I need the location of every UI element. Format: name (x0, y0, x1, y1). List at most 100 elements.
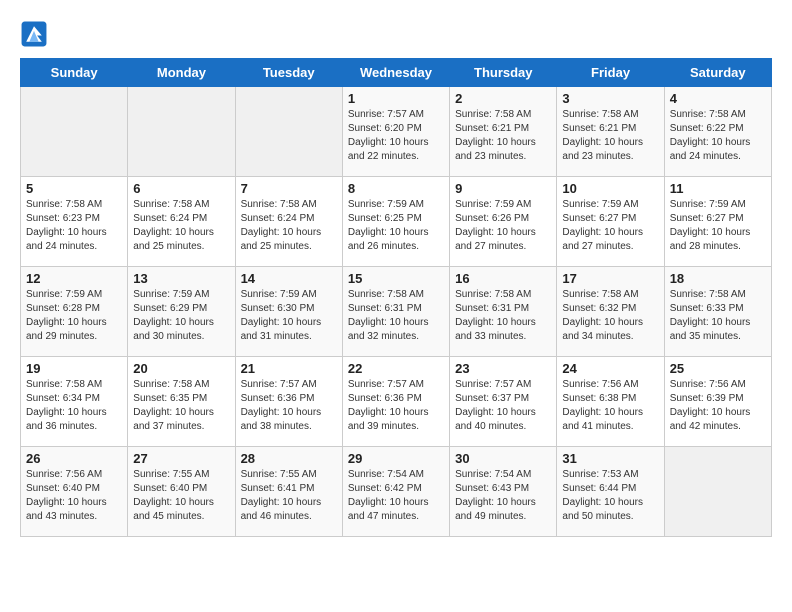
day-info: Sunrise: 7:54 AMSunset: 6:43 PMDaylight:… (455, 468, 551, 524)
day-info: Sunrise: 7:58 AMSunset: 6:24 PMDaylight:… (133, 198, 229, 254)
day-cell: 17 Sunrise: 7:58 AMSunset: 6:32 PMDayligh… (557, 267, 664, 357)
day-info: Sunrise: 7:58 AMSunset: 6:22 PMDaylight:… (670, 108, 766, 164)
day-number: 25 (670, 361, 766, 376)
day-info: Sunrise: 7:59 AMSunset: 6:28 PMDaylight:… (26, 288, 122, 344)
day-info: Sunrise: 7:58 AMSunset: 6:24 PMDaylight:… (241, 198, 337, 254)
day-cell: 10 Sunrise: 7:59 AMSunset: 6:27 PMDayligh… (557, 177, 664, 267)
day-number: 5 (26, 181, 122, 196)
day-cell: 30 Sunrise: 7:54 AMSunset: 6:43 PMDayligh… (450, 447, 557, 537)
day-cell: 23 Sunrise: 7:57 AMSunset: 6:37 PMDayligh… (450, 357, 557, 447)
logo (20, 20, 52, 48)
day-info: Sunrise: 7:57 AMSunset: 6:36 PMDaylight:… (348, 378, 444, 434)
day-info: Sunrise: 7:55 AMSunset: 6:40 PMDaylight:… (133, 468, 229, 524)
day-number: 24 (562, 361, 658, 376)
day-info: Sunrise: 7:56 AMSunset: 6:40 PMDaylight:… (26, 468, 122, 524)
day-number: 12 (26, 271, 122, 286)
day-cell: 31 Sunrise: 7:53 AMSunset: 6:44 PMDayligh… (557, 447, 664, 537)
day-cell (664, 447, 771, 537)
day-cell: 22Sunrise: 7:57 AMSunset: 6:36 PMDayligh… (342, 357, 449, 447)
calendar-table: SundayMondayTuesdayWednesdayThursdayFrid… (20, 58, 772, 537)
day-info: Sunrise: 7:58 AMSunset: 6:34 PMDaylight:… (26, 378, 122, 434)
day-cell: 26 Sunrise: 7:56 AMSunset: 6:40 PMDayligh… (21, 447, 128, 537)
day-number: 2 (455, 91, 551, 106)
day-number: 26 (26, 451, 122, 466)
day-cell: 19 Sunrise: 7:58 AMSunset: 6:34 PMDayligh… (21, 357, 128, 447)
day-number: 14 (241, 271, 337, 286)
day-info: Sunrise: 7:56 AMSunset: 6:39 PMDaylight:… (670, 378, 766, 434)
day-info: Sunrise: 7:58 AMSunset: 6:31 PMDaylight:… (455, 288, 551, 344)
day-info: Sunrise: 7:57 AMSunset: 6:37 PMDaylight:… (455, 378, 551, 434)
day-cell: 5 Sunrise: 7:58 AMSunset: 6:23 PMDaylight… (21, 177, 128, 267)
day-cell: 13 Sunrise: 7:59 AMSunset: 6:29 PMDayligh… (128, 267, 235, 357)
day-cell: 28 Sunrise: 7:55 AMSunset: 6:41 PMDayligh… (235, 447, 342, 537)
day-info: Sunrise: 7:59 AMSunset: 6:29 PMDaylight:… (133, 288, 229, 344)
day-number: 30 (455, 451, 551, 466)
day-cell: 4 Sunrise: 7:58 AMSunset: 6:22 PMDaylight… (664, 87, 771, 177)
day-cell: 27Sunrise: 7:55 AMSunset: 6:40 PMDayligh… (128, 447, 235, 537)
day-cell: 11 Sunrise: 7:59 AMSunset: 6:27 PMDayligh… (664, 177, 771, 267)
day-number: 11 (670, 181, 766, 196)
day-cell: 29 Sunrise: 7:54 AMSunset: 6:42 PMDayligh… (342, 447, 449, 537)
day-info: Sunrise: 7:58 AMSunset: 6:23 PMDaylight:… (26, 198, 122, 254)
day-number: 4 (670, 91, 766, 106)
header-thursday: Thursday (450, 59, 557, 87)
day-info: Sunrise: 7:59 AMSunset: 6:25 PMDaylight:… (348, 198, 444, 254)
header-tuesday: Tuesday (235, 59, 342, 87)
day-info: Sunrise: 7:58 AMSunset: 6:32 PMDaylight:… (562, 288, 658, 344)
day-number: 18 (670, 271, 766, 286)
day-number: 6 (133, 181, 229, 196)
day-info: Sunrise: 7:53 AMSunset: 6:44 PMDaylight:… (562, 468, 658, 524)
day-number: 1 (348, 91, 444, 106)
day-cell: 25 Sunrise: 7:56 AMSunset: 6:39 PMDayligh… (664, 357, 771, 447)
day-info: Sunrise: 7:59 AMSunset: 6:27 PMDaylight:… (670, 198, 766, 254)
day-number: 15 (348, 271, 444, 286)
header-friday: Friday (557, 59, 664, 87)
day-info: Sunrise: 7:58 AMSunset: 6:21 PMDaylight:… (455, 108, 551, 164)
day-number: 13 (133, 271, 229, 286)
day-info: Sunrise: 7:58 AMSunset: 6:33 PMDaylight:… (670, 288, 766, 344)
week-row-5: 26 Sunrise: 7:56 AMSunset: 6:40 PMDayligh… (21, 447, 772, 537)
day-cell: 24Sunrise: 7:56 AMSunset: 6:38 PMDayligh… (557, 357, 664, 447)
day-number: 28 (241, 451, 337, 466)
day-info: Sunrise: 7:58 AMSunset: 6:21 PMDaylight:… (562, 108, 658, 164)
day-number: 9 (455, 181, 551, 196)
day-cell: 7 Sunrise: 7:58 AMSunset: 6:24 PMDaylight… (235, 177, 342, 267)
day-info: Sunrise: 7:54 AMSunset: 6:42 PMDaylight:… (348, 468, 444, 524)
day-number: 7 (241, 181, 337, 196)
day-info: Sunrise: 7:57 AMSunset: 6:36 PMDaylight:… (241, 378, 337, 434)
day-number: 10 (562, 181, 658, 196)
header-row: SundayMondayTuesdayWednesdayThursdayFrid… (21, 59, 772, 87)
day-number: 21 (241, 361, 337, 376)
day-cell: 20Sunrise: 7:58 AMSunset: 6:35 PMDayligh… (128, 357, 235, 447)
day-cell: 14Sunrise: 7:59 AMSunset: 6:30 PMDayligh… (235, 267, 342, 357)
day-info: Sunrise: 7:59 AMSunset: 6:26 PMDaylight:… (455, 198, 551, 254)
day-number: 23 (455, 361, 551, 376)
week-row-4: 19 Sunrise: 7:58 AMSunset: 6:34 PMDayligh… (21, 357, 772, 447)
day-cell (235, 87, 342, 177)
day-info: Sunrise: 7:55 AMSunset: 6:41 PMDaylight:… (241, 468, 337, 524)
day-cell (21, 87, 128, 177)
day-number: 3 (562, 91, 658, 106)
day-info: Sunrise: 7:57 AMSunset: 6:20 PMDaylight:… (348, 108, 444, 164)
day-cell: 3 Sunrise: 7:58 AMSunset: 6:21 PMDaylight… (557, 87, 664, 177)
day-cell: 6 Sunrise: 7:58 AMSunset: 6:24 PMDaylight… (128, 177, 235, 267)
day-number: 31 (562, 451, 658, 466)
day-cell: 12 Sunrise: 7:59 AMSunset: 6:28 PMDayligh… (21, 267, 128, 357)
day-number: 20 (133, 361, 229, 376)
week-row-2: 5 Sunrise: 7:58 AMSunset: 6:23 PMDaylight… (21, 177, 772, 267)
day-cell: 9 Sunrise: 7:59 AMSunset: 6:26 PMDaylight… (450, 177, 557, 267)
day-cell: 2 Sunrise: 7:58 AMSunset: 6:21 PMDaylight… (450, 87, 557, 177)
header-monday: Monday (128, 59, 235, 87)
day-cell: 15Sunrise: 7:58 AMSunset: 6:31 PMDayligh… (342, 267, 449, 357)
day-cell: 18 Sunrise: 7:58 AMSunset: 6:33 PMDayligh… (664, 267, 771, 357)
day-info: Sunrise: 7:59 AMSunset: 6:27 PMDaylight:… (562, 198, 658, 254)
page-header (20, 20, 772, 48)
day-number: 19 (26, 361, 122, 376)
day-cell (128, 87, 235, 177)
day-number: 29 (348, 451, 444, 466)
day-cell: 21 Sunrise: 7:57 AMSunset: 6:36 PMDayligh… (235, 357, 342, 447)
header-saturday: Saturday (664, 59, 771, 87)
day-number: 17 (562, 271, 658, 286)
day-cell: 1 Sunrise: 7:57 AMSunset: 6:20 PMDaylight… (342, 87, 449, 177)
logo-icon (20, 20, 48, 48)
